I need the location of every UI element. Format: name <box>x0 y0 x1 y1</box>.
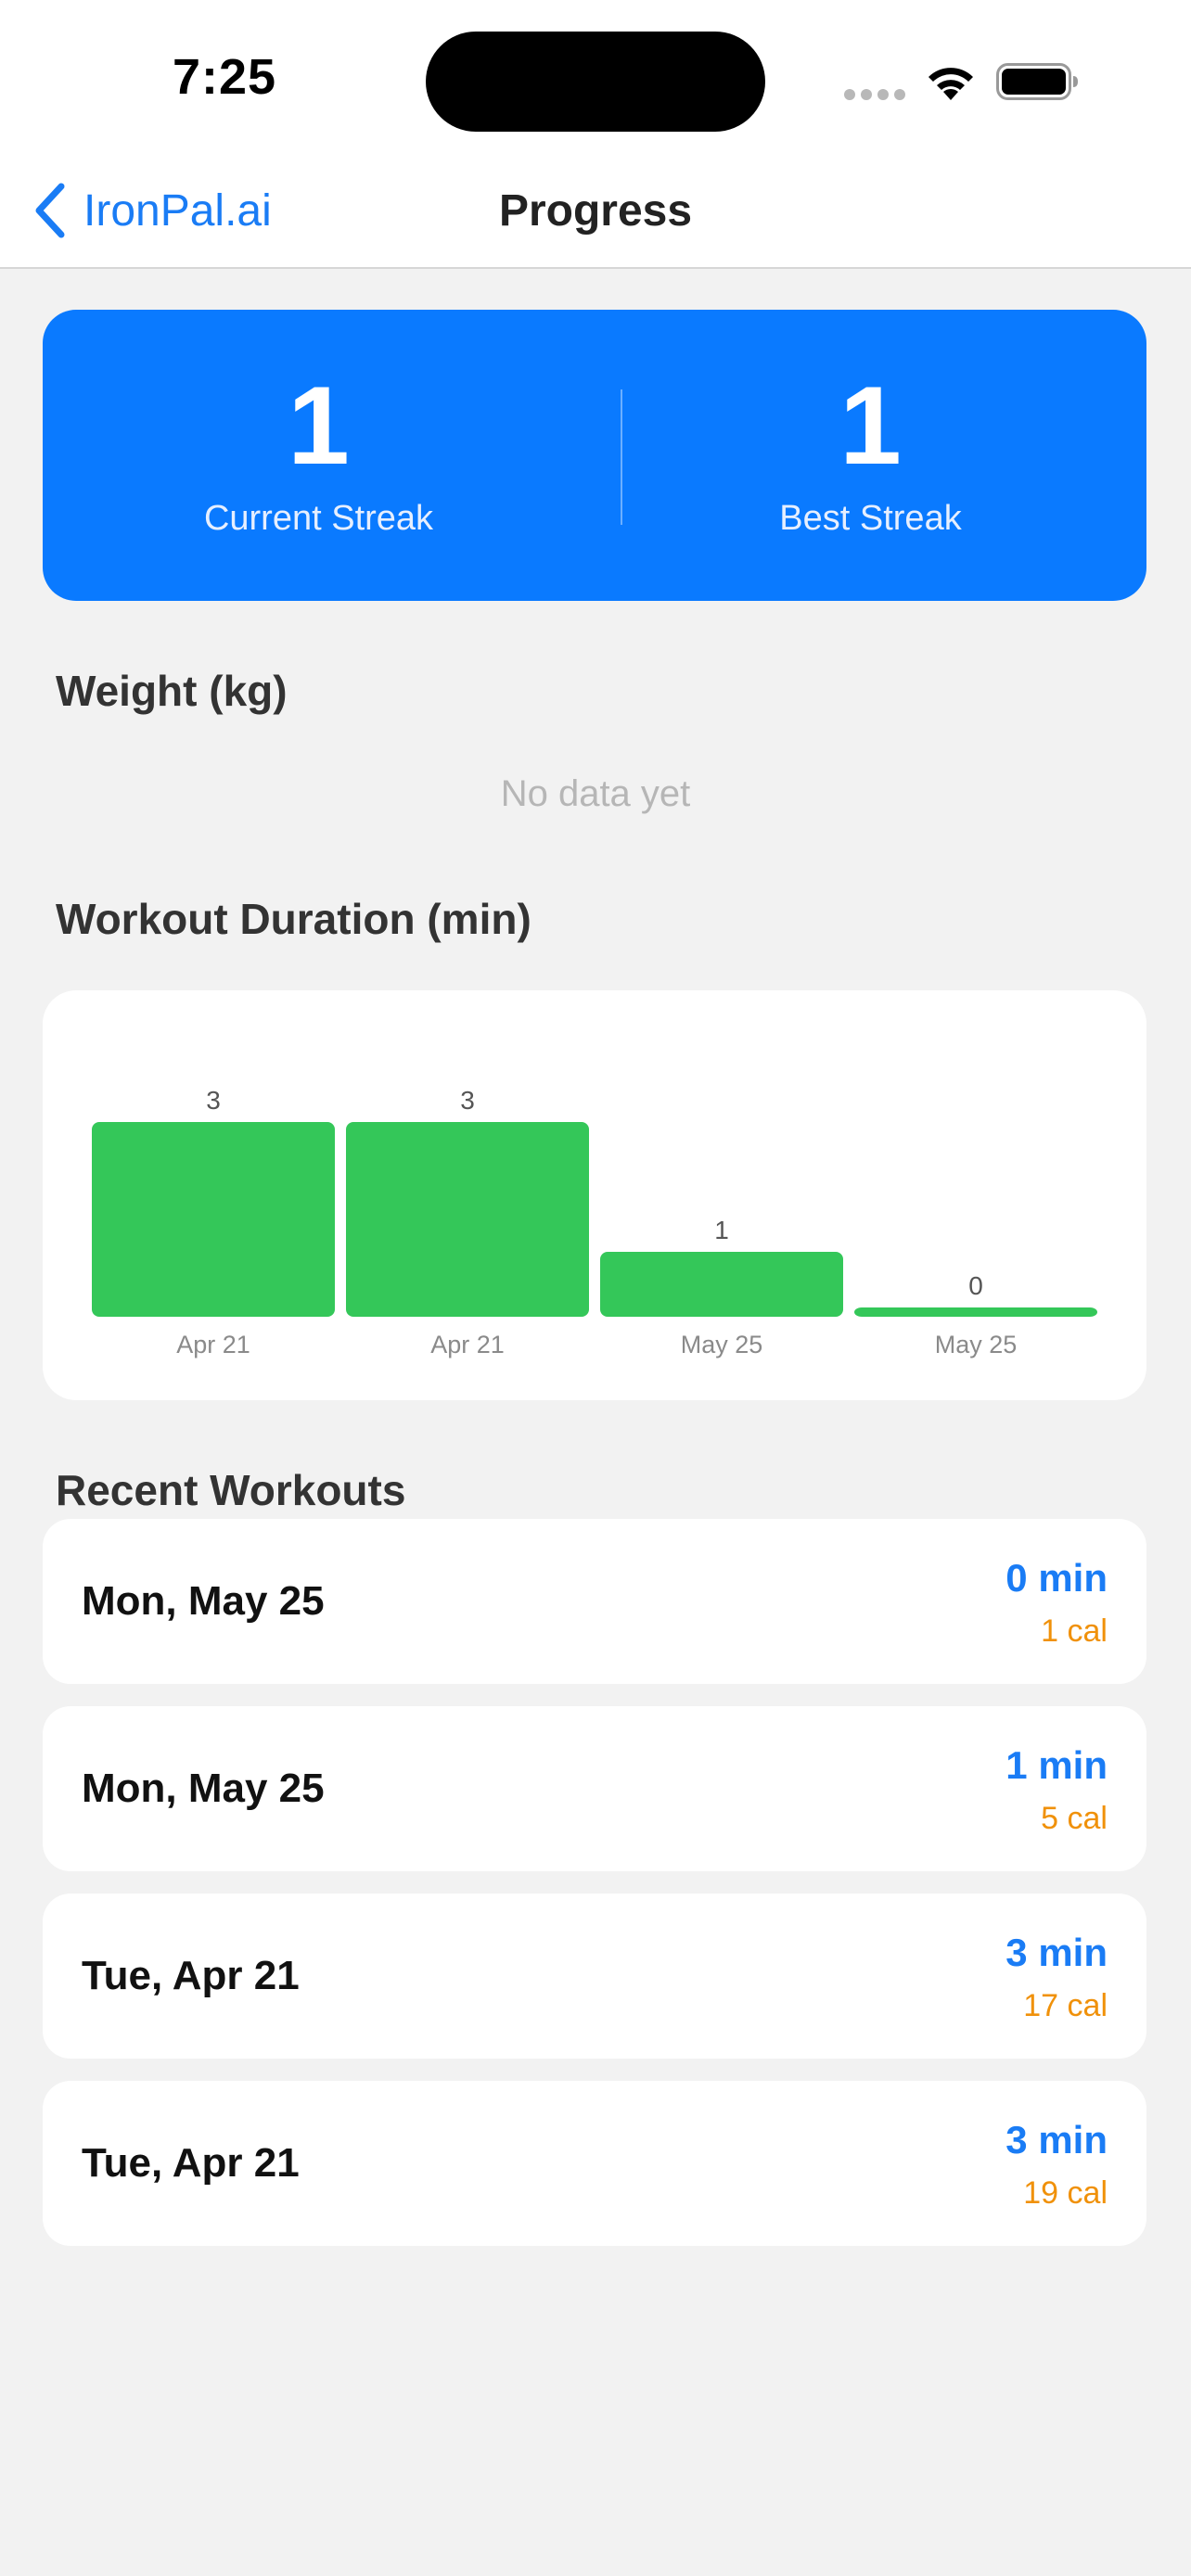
battery-icon <box>996 63 1078 100</box>
chart-value-label: 3 <box>460 1086 475 1115</box>
workout-duration: 1 min <box>1005 1743 1108 1787</box>
chart-value-label: 3 <box>206 1086 221 1115</box>
workout-row[interactable]: Mon, May 25 0 min 1 cal <box>43 1519 1146 1684</box>
chart-bar <box>854 1307 1097 1317</box>
chart-value-label: 0 <box>968 1271 983 1300</box>
cellular-signal-icon <box>844 89 905 100</box>
duration-heading: Workout Duration (min) <box>56 895 531 943</box>
status-time: 7:25 <box>173 49 277 105</box>
status-bar: 7:25 <box>0 0 1191 158</box>
workout-date: Tue, Apr 21 <box>82 1953 300 1998</box>
page-title: Progress <box>498 186 693 236</box>
chart-x-tick-label: Apr 21 <box>430 1331 505 1358</box>
best-streak-value: 1 <box>839 363 902 488</box>
duration-chart-card: 3 Apr 21 3 Apr 21 1 May 25 0 May 25 <box>43 990 1146 1400</box>
workout-calories: 5 cal <box>1041 1801 1108 1836</box>
streak-card: 1 Current Streak 1 Best Streak <box>43 310 1146 601</box>
current-streak-value: 1 <box>288 363 350 488</box>
workout-calories: 17 cal <box>1023 1988 1108 2023</box>
best-streak-label: Best Streak <box>779 499 962 538</box>
chart-x-tick-label: Apr 21 <box>176 1331 250 1358</box>
workout-duration: 0 min <box>1005 1556 1108 1600</box>
workout-row[interactable]: Tue, Apr 21 3 min 17 cal <box>43 1894 1146 2059</box>
recent-workouts-heading: Recent Workouts <box>56 1466 406 1514</box>
workout-row[interactable]: Mon, May 25 1 min 5 cal <box>43 1706 1146 1871</box>
wifi-icon <box>928 68 973 100</box>
workout-calories: 1 cal <box>1041 1613 1108 1649</box>
chart-bar <box>92 1122 335 1317</box>
chart-bar <box>346 1122 589 1317</box>
chart-x-tick-label: May 25 <box>681 1331 763 1358</box>
workout-row[interactable]: Tue, Apr 21 3 min 19 cal <box>43 2081 1146 2246</box>
current-streak: 1 Current Streak <box>43 365 595 539</box>
chart-x-tick-label: May 25 <box>935 1331 1018 1358</box>
workout-duration: 3 min <box>1005 1931 1108 1974</box>
best-streak: 1 Best Streak <box>595 365 1146 539</box>
workout-calories: 19 cal <box>1023 2175 1108 2211</box>
weight-heading: Weight (kg) <box>56 667 288 715</box>
workout-date: Mon, May 25 <box>82 1766 325 1811</box>
navigation-bar: IronPal.ai Progress <box>0 158 1191 269</box>
weight-empty-text: No data yet <box>500 773 691 814</box>
chart-value-label: 1 <box>714 1216 729 1244</box>
dynamic-island <box>426 32 765 132</box>
chart-bar <box>600 1252 843 1317</box>
workout-date: Tue, Apr 21 <box>82 2140 300 2186</box>
current-streak-label: Current Streak <box>203 499 434 538</box>
duration-bar-chart: 3 Apr 21 3 Apr 21 1 May 25 0 May 25 <box>92 1086 1097 1358</box>
workout-date: Mon, May 25 <box>82 1578 325 1624</box>
workout-duration: 3 min <box>1005 2118 1108 2162</box>
